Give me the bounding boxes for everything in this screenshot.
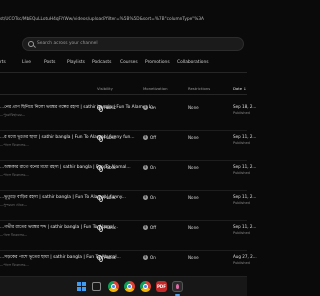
chrome-icon[interactable]: [140, 281, 151, 292]
dollar-icon: [143, 194, 148, 200]
visibility-header[interactable]: Visibility: [97, 86, 113, 91]
tab-courses[interactable]: Courses: [120, 60, 138, 65]
video-description: ...পুরোবিহারের...: [0, 113, 26, 117]
video-description: ...পালে বিকেলের...: [0, 263, 29, 267]
visibility-label: Public: [104, 225, 117, 230]
date-cell: Sep 18, 2...: [233, 104, 257, 109]
table-row[interactable]: ...সড়কের পাশে ভূতের ছায়া | sathir bang…: [0, 245, 257, 275]
restrictions-cell: None: [188, 195, 199, 200]
monetization-label: Off: [150, 225, 157, 230]
monetization-label: On: [150, 255, 156, 260]
globe-icon: [97, 135, 103, 142]
globe-icon: [97, 255, 103, 262]
video-title[interactable]: ...নের প্রাণ ছিনিয়ে নিলো ভয়ঙ্কর গল্পের…: [0, 104, 155, 111]
date-status: Published: [233, 171, 250, 175]
dollar-icon: [143, 134, 148, 140]
tabs-divider: [0, 72, 247, 73]
date-cell: Sep 11, 2...: [233, 164, 257, 169]
monetization-label: On: [150, 165, 156, 170]
task-view-icon[interactable]: [92, 282, 101, 291]
search-placeholder: Search across your channel: [37, 41, 98, 46]
restrictions-cell: None: [188, 135, 199, 140]
video-description: ...গল্পে বিকেলের...: [0, 233, 28, 237]
windows-start-icon[interactable]: [76, 281, 87, 292]
tab-playlists[interactable]: Playlists: [67, 60, 85, 65]
globe-icon: [97, 195, 103, 202]
visibility-label: Public: [104, 165, 117, 170]
monetization-cell[interactable]: On: [143, 254, 156, 260]
pdf-reader-icon[interactable]: PDF: [156, 281, 167, 292]
date-cell: Sep 11, 2...: [233, 194, 257, 199]
tab-promotions[interactable]: Promotions: [145, 60, 170, 65]
restrictions-header[interactable]: Restrictions: [188, 86, 210, 91]
visibility-cell[interactable]: Public: [97, 105, 117, 112]
tab-posts[interactable]: Posts: [44, 60, 55, 65]
address-bar[interactable]: st/UCOTsc/MbEQuLLotuH4qFiYWw/videos/uplo…: [0, 14, 247, 25]
monetization-label: On: [150, 105, 156, 110]
globe-icon: [97, 225, 103, 232]
restrictions-cell: None: [188, 105, 199, 110]
search-input[interactable]: Search across your channel: [22, 37, 244, 51]
tab-shorts[interactable]: rts: [0, 60, 6, 65]
globe-icon: [97, 105, 103, 112]
visibility-label: Public: [104, 195, 117, 200]
dollar-icon: [143, 164, 148, 170]
visibility-cell[interactable]: Public: [97, 165, 117, 172]
globe-icon: [97, 165, 103, 172]
dollar-icon: [143, 104, 148, 110]
visibility-cell[interactable]: Public: [97, 255, 117, 262]
date-cell: Aug 27, 2...: [233, 254, 257, 259]
monetization-cell[interactable]: On: [143, 194, 156, 200]
restrictions-cell: None: [188, 165, 199, 170]
dollar-icon: [143, 224, 148, 230]
monetization-label: Off: [150, 135, 157, 140]
tab-live[interactable]: Live: [22, 60, 31, 65]
visibility-cell[interactable]: Public: [97, 135, 117, 142]
date-cell: Sep 11, 2...: [233, 134, 257, 139]
visibility-label: Public: [104, 255, 117, 260]
monetization-cell[interactable]: Off: [143, 224, 157, 230]
date-status: Published: [233, 201, 250, 205]
chrome-icon[interactable]: [108, 281, 119, 292]
date-cell: Sep 11, 2...: [233, 224, 257, 229]
date-status: Published: [233, 261, 250, 265]
date-status: Published: [233, 141, 250, 145]
date-status: Published: [233, 231, 250, 235]
url-text[interactable]: st/UCOTsc/MbEQuLLotuH4qFiYWw/videos/uplo…: [0, 17, 204, 22]
video-description: ...পালে বিকেলের...: [0, 173, 29, 177]
dollar-icon: [143, 254, 148, 260]
date-header[interactable]: Date ↓: [233, 86, 246, 91]
monetization-cell[interactable]: On: [143, 164, 156, 170]
restrictions-cell: None: [188, 255, 199, 260]
tab-podcasts[interactable]: Podcasts: [92, 60, 111, 65]
search-icon: [28, 41, 34, 47]
visibility-cell[interactable]: Public: [97, 225, 117, 232]
visibility-cell[interactable]: Public: [97, 195, 117, 202]
app-icon[interactable]: [172, 281, 183, 292]
date-status: Published: [233, 111, 250, 115]
chrome-icon[interactable]: [124, 281, 135, 292]
visibility-label: Public: [104, 135, 117, 140]
visibility-label: Public: [104, 105, 117, 110]
video-description: ...পালে বিকেলের...: [0, 143, 29, 147]
tab-collaborations[interactable]: Collaborations: [177, 60, 209, 65]
monetization-cell[interactable]: On: [143, 104, 156, 110]
content-tabs: rts Live Posts Playlists Podcasts Course…: [0, 60, 247, 70]
video-description: ...সুন্দরবন থেকে...: [0, 203, 28, 207]
monetization-cell[interactable]: Off: [143, 134, 157, 140]
restrictions-cell: None: [188, 225, 199, 230]
taskbar: PDF: [0, 276, 247, 296]
active-app-indicator: [175, 294, 180, 296]
monetization-label: On: [150, 195, 156, 200]
monetization-header[interactable]: Monetization: [143, 86, 167, 91]
